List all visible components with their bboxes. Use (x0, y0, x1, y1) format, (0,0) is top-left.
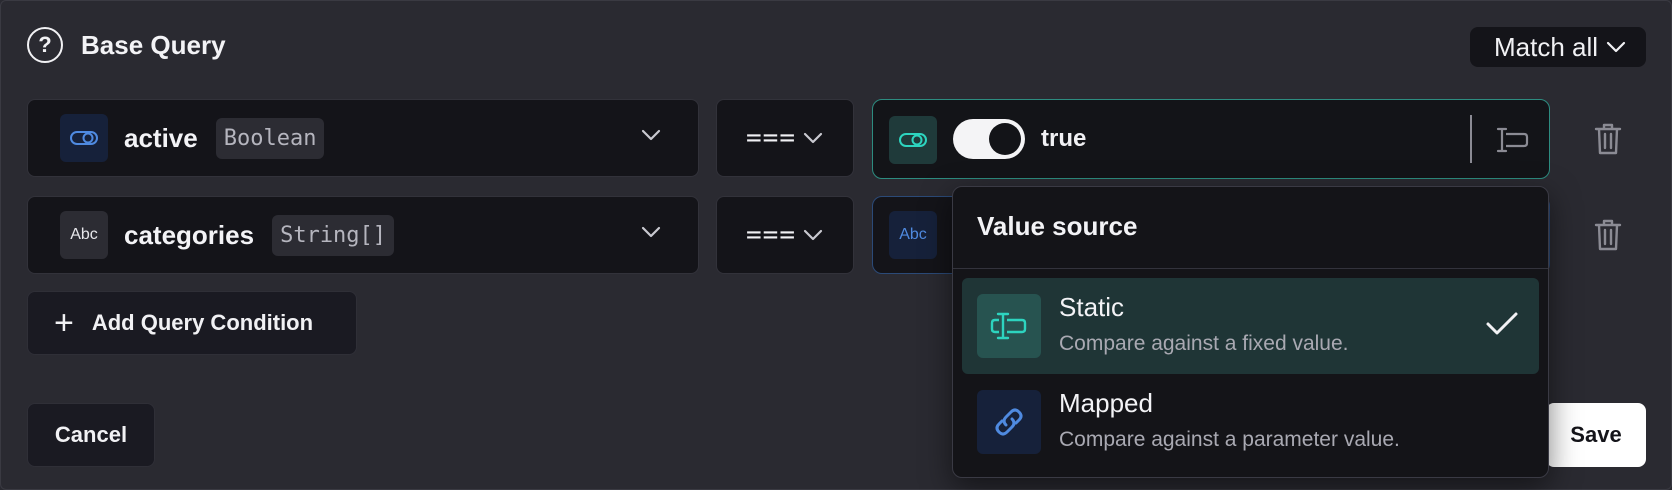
help-icon[interactable]: ? (27, 27, 63, 63)
save-button[interactable]: Save (1546, 403, 1646, 467)
chevron-down-icon (803, 229, 823, 241)
field-select-categories[interactable]: Abc categories String[] (27, 196, 699, 274)
field-type-badge: String[] (272, 214, 395, 256)
add-condition-label: Add Query Condition (91, 310, 314, 335)
check-icon (1486, 312, 1518, 335)
menu-option-static[interactable]: Static Compare against a fixed value. (962, 278, 1539, 374)
toggle-type-icon (60, 114, 108, 162)
query-header: ? Base Query (27, 27, 226, 63)
field-name: active (124, 122, 198, 153)
link-icon (977, 390, 1041, 454)
value-source-button[interactable] (1492, 124, 1532, 156)
text-cursor-icon (977, 294, 1041, 358)
toggle-type-icon (889, 116, 937, 164)
divider (953, 268, 1548, 269)
field-name: categories (124, 219, 255, 250)
trash-icon[interactable] (1593, 122, 1623, 156)
text-type-icon: Abc (60, 211, 108, 259)
chevron-down-icon (641, 226, 661, 238)
text-type-icon: Abc (889, 211, 937, 259)
value-input-active[interactable]: true (872, 99, 1550, 179)
toggle-knob (989, 123, 1021, 155)
query-editor-panel: ? Base Query Match all active Boolean ==… (0, 0, 1672, 490)
match-mode-label: Match all (1494, 31, 1599, 62)
operator-select[interactable]: === (716, 99, 854, 177)
field-select-active[interactable]: active Boolean (27, 99, 699, 177)
value-source-menu: Value source Static Compare against a fi… (952, 186, 1549, 478)
cancel-button[interactable]: Cancel (27, 403, 155, 467)
divider (1470, 115, 1472, 163)
chevron-down-icon (803, 132, 823, 144)
field-type-badge: Boolean (215, 117, 325, 159)
menu-option-mapped[interactable]: Mapped Compare against a parameter value… (962, 374, 1539, 470)
boolean-toggle[interactable] (953, 119, 1025, 159)
option-label: Static (1059, 292, 1125, 322)
operator-label: === (746, 123, 796, 153)
match-mode-select[interactable]: Match all (1470, 27, 1646, 67)
toggle-value-label: true (1041, 125, 1087, 152)
operator-select[interactable]: === (716, 196, 854, 274)
menu-title: Value source (977, 211, 1138, 241)
plus-icon: + (54, 304, 74, 342)
add-query-condition-button[interactable]: + Add Query Condition (27, 291, 357, 355)
option-label: Mapped (1059, 388, 1153, 418)
page-title: Base Query (81, 29, 226, 60)
trash-icon[interactable] (1593, 218, 1623, 252)
chevron-down-icon (641, 129, 661, 141)
chevron-down-icon (1606, 41, 1626, 53)
option-description: Compare against a fixed value. (1059, 332, 1349, 355)
option-description: Compare against a parameter value. (1059, 428, 1400, 451)
operator-label: === (746, 220, 796, 250)
